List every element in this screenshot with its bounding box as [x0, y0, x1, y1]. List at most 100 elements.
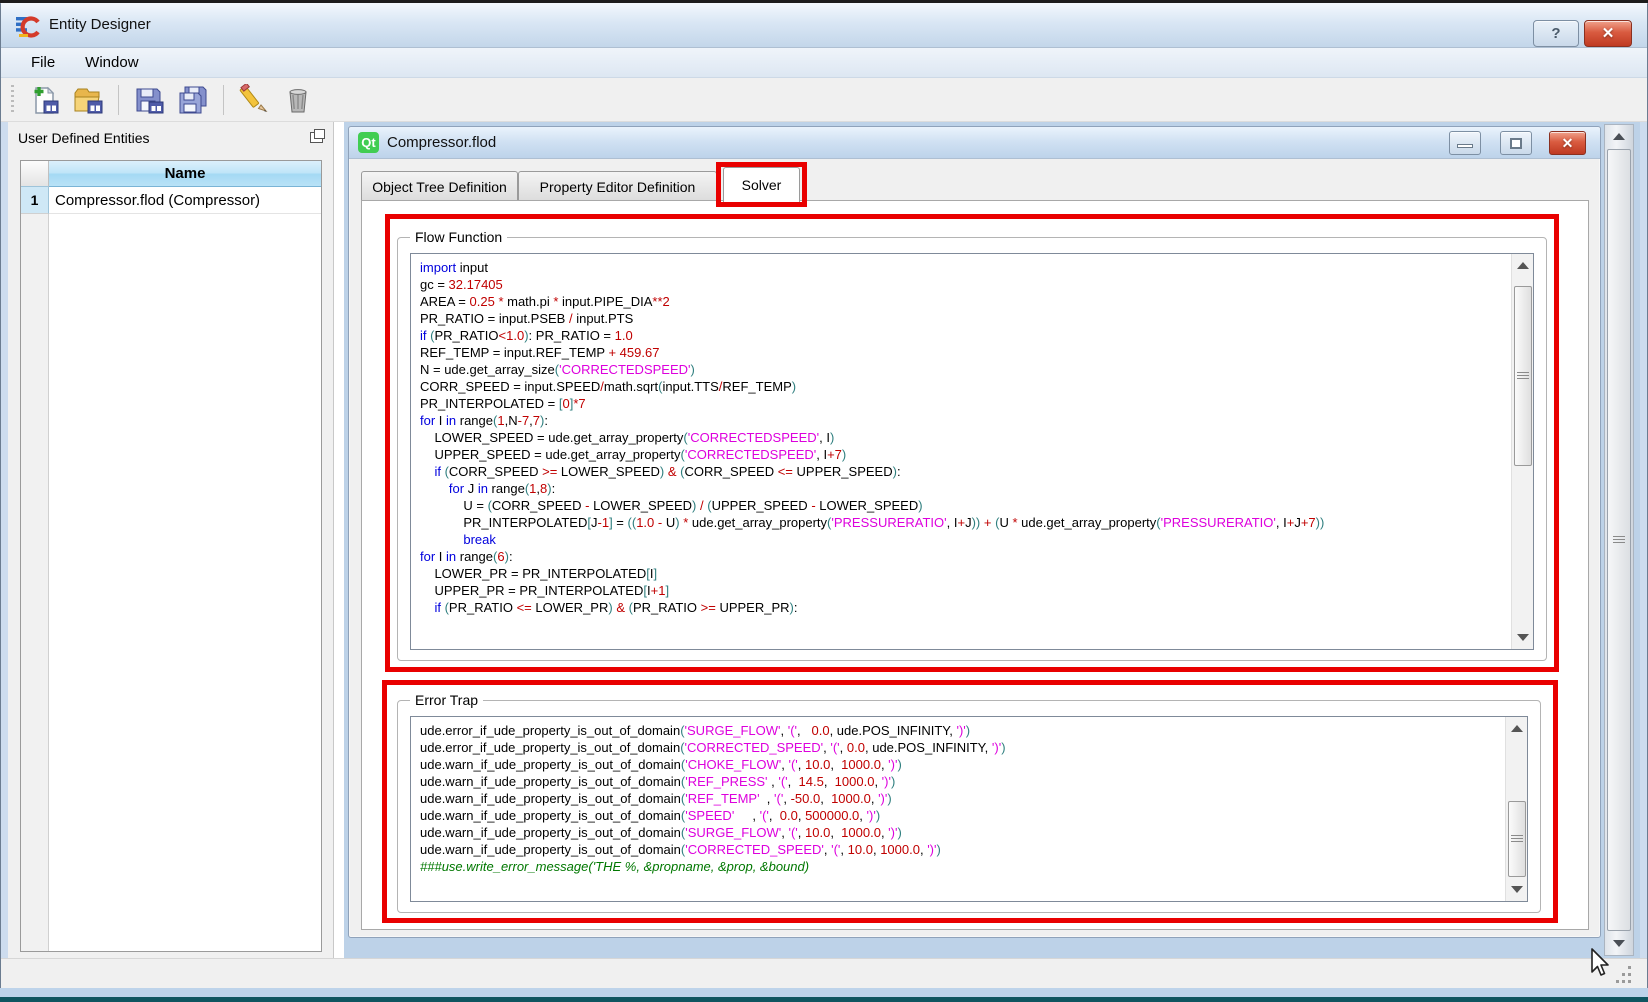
save-all-icon	[177, 84, 209, 116]
code-line: PR_RATIO = input.PSEB / input.PTS	[420, 310, 1501, 327]
save-entity-icon	[133, 84, 165, 116]
delete-entity-button[interactable]	[276, 81, 320, 119]
entities-table: Name 1 Compressor.flod (Compressor)	[20, 160, 322, 952]
code-line: CORR_SPEED = input.SPEED/math.sqrt(input…	[420, 378, 1501, 395]
menu-window[interactable]: Window	[73, 51, 150, 74]
save-all-entities-button[interactable]	[171, 81, 215, 119]
help-button[interactable]: ?	[1533, 20, 1579, 47]
tab-solver[interactable]: Solver	[723, 167, 800, 202]
code-line: UPPER_PR = PR_INTERPOLATED[I+1]	[420, 582, 1501, 599]
code-line: PR_INTERPOLATED[J-1] = ((1.0 - U) * ude.…	[420, 514, 1501, 531]
app-logo-icon	[15, 13, 41, 39]
row-index: 1	[21, 187, 49, 214]
close-child-button[interactable]: ✕	[1549, 131, 1586, 155]
code-line: ude.warn_if_ude_property_is_out_of_domai…	[420, 841, 1495, 858]
dock-header[interactable]: User Defined Entities	[8, 124, 333, 152]
code-line: ude.warn_if_ude_property_is_out_of_domai…	[420, 790, 1495, 807]
close-window-button[interactable]: ✕	[1584, 20, 1632, 47]
flow-function-group: Flow Function import inputgc = 32.17405A…	[397, 237, 1547, 661]
thumb-grip-icon	[1613, 536, 1625, 544]
code-line: ude.error_if_ude_property_is_out_of_doma…	[420, 722, 1495, 739]
flow-function-label: Flow Function	[410, 229, 507, 245]
window-right-border	[1640, 3, 1648, 997]
pencil-icon	[238, 84, 270, 116]
name-column-header[interactable]: Name	[49, 161, 321, 187]
mdi-vertical-scrollbar[interactable]	[1604, 124, 1634, 956]
scroll-down-icon[interactable]	[1511, 886, 1523, 893]
scrollbar-thumb[interactable]	[1607, 149, 1631, 931]
window-bottom-border	[0, 988, 1648, 997]
row-index-column	[21, 187, 49, 951]
scroll-up-icon[interactable]	[1517, 262, 1529, 269]
scroll-down-icon[interactable]	[1517, 634, 1529, 641]
menu-bar: File Window	[1, 48, 1647, 78]
resize-grip[interactable]	[1612, 966, 1634, 986]
compressor-flod-window[interactable]: Qt Compressor.flod ✕ Object Tree Definit…	[348, 126, 1601, 938]
menu-file[interactable]: File	[19, 51, 67, 74]
scroll-up-icon[interactable]	[1613, 133, 1625, 140]
code-line: LOWER_SPEED = ude.get_array_property('CO…	[420, 429, 1501, 446]
status-bar	[1, 958, 1647, 988]
code-line: LOWER_PR = PR_INTERPOLATED[I]	[420, 565, 1501, 582]
code-line: REF_TEMP = input.REF_TEMP + 459.67	[420, 344, 1501, 361]
thumb-grip-icon	[1511, 835, 1523, 843]
new-entity-button[interactable]	[22, 81, 66, 119]
code-line: UPPER_SPEED = ude.get_array_property('CO…	[420, 446, 1501, 463]
user-defined-entities-panel: User Defined Entities Name 1 Compressor.…	[8, 122, 334, 958]
code-line: ude.warn_if_ude_property_is_out_of_domai…	[420, 773, 1495, 790]
scroll-down-icon[interactable]	[1613, 940, 1625, 947]
restore-icon	[1510, 138, 1522, 149]
thumb-grip-icon	[1517, 372, 1529, 380]
save-entity-button[interactable]	[127, 81, 171, 119]
code-line: ###use.write_error_message('THE %, &prop…	[420, 858, 1495, 875]
window-title: Entity Designer	[49, 16, 151, 33]
table-corner-cell	[21, 161, 49, 187]
code-line: if (CORR_SPEED >= LOWER_SPEED) & (CORR_S…	[420, 463, 1501, 480]
code-line: if (PR_RATIO <= LOWER_PR) & (PR_RATIO >=…	[420, 599, 1501, 616]
scrollbar-thumb[interactable]	[1508, 801, 1526, 877]
tab-property-editor-definition[interactable]: Property Editor Definition	[518, 171, 717, 201]
code-line: N = ude.get_array_size('CORRECTEDSPEED')	[420, 361, 1501, 378]
toolbar-separator	[118, 85, 119, 115]
dock-title: User Defined Entities	[18, 130, 150, 146]
table-row[interactable]: 1 Compressor.flod (Compressor)	[21, 187, 321, 214]
toolbar	[1, 78, 1647, 122]
child-window-title: Compressor.flod	[387, 134, 496, 151]
toolbar-separator	[223, 85, 224, 115]
minimize-button[interactable]	[1449, 131, 1481, 155]
code-line: for I in range(6):	[420, 548, 1501, 565]
code-line: for J in range(1,8):	[420, 480, 1501, 497]
minimize-icon	[1457, 144, 1473, 148]
error-trap-label: Error Trap	[410, 692, 483, 708]
flow-function-scrollbar[interactable]	[1511, 254, 1533, 649]
error-trap-code[interactable]: ude.error_if_ude_property_is_out_of_doma…	[411, 717, 1505, 901]
tab-object-tree-definition[interactable]: Object Tree Definition	[361, 171, 518, 201]
code-line: break	[420, 531, 1501, 548]
child-title-bar[interactable]: Qt Compressor.flod ✕	[349, 127, 1600, 159]
flow-function-code[interactable]: import inputgc = 32.17405AREA = 0.25 * m…	[411, 254, 1511, 649]
error-trap-editor[interactable]: ude.error_if_ude_property_is_out_of_doma…	[410, 716, 1528, 902]
flow-function-editor[interactable]: import inputgc = 32.17405AREA = 0.25 * m…	[410, 253, 1534, 650]
entity-name-cell[interactable]: Compressor.flod (Compressor)	[49, 187, 321, 214]
entity-designer-window: Entity Designer ? ✕ File Window	[0, 0, 1648, 1002]
code-line: ude.warn_if_ude_property_is_out_of_domai…	[420, 807, 1495, 824]
code-line: ude.warn_if_ude_property_is_out_of_domai…	[420, 824, 1495, 841]
window-left-border	[0, 3, 8, 997]
code-line: U = (CORR_SPEED - LOWER_SPEED) / (UPPER_…	[420, 497, 1501, 514]
open-entity-button[interactable]	[66, 81, 110, 119]
restore-button[interactable]	[1500, 131, 1532, 155]
title-bar[interactable]: Entity Designer ? ✕	[1, 3, 1647, 48]
error-trap-scrollbar[interactable]	[1505, 717, 1527, 901]
open-entity-icon	[72, 84, 104, 116]
toolbar-drag-handle[interactable]	[11, 85, 14, 115]
float-panel-icon[interactable]	[310, 132, 323, 143]
scroll-up-icon[interactable]	[1511, 725, 1523, 732]
code-line: PR_INTERPOLATED = [0]*7	[420, 395, 1501, 412]
mouse-cursor	[1588, 948, 1610, 978]
new-entity-icon	[28, 84, 60, 116]
trash-icon	[282, 84, 314, 116]
screen-bottom-edge	[0, 997, 1648, 1002]
edit-entity-button[interactable]	[232, 81, 276, 119]
code-line: ude.warn_if_ude_property_is_out_of_domai…	[420, 756, 1495, 773]
scrollbar-thumb[interactable]	[1514, 286, 1532, 466]
